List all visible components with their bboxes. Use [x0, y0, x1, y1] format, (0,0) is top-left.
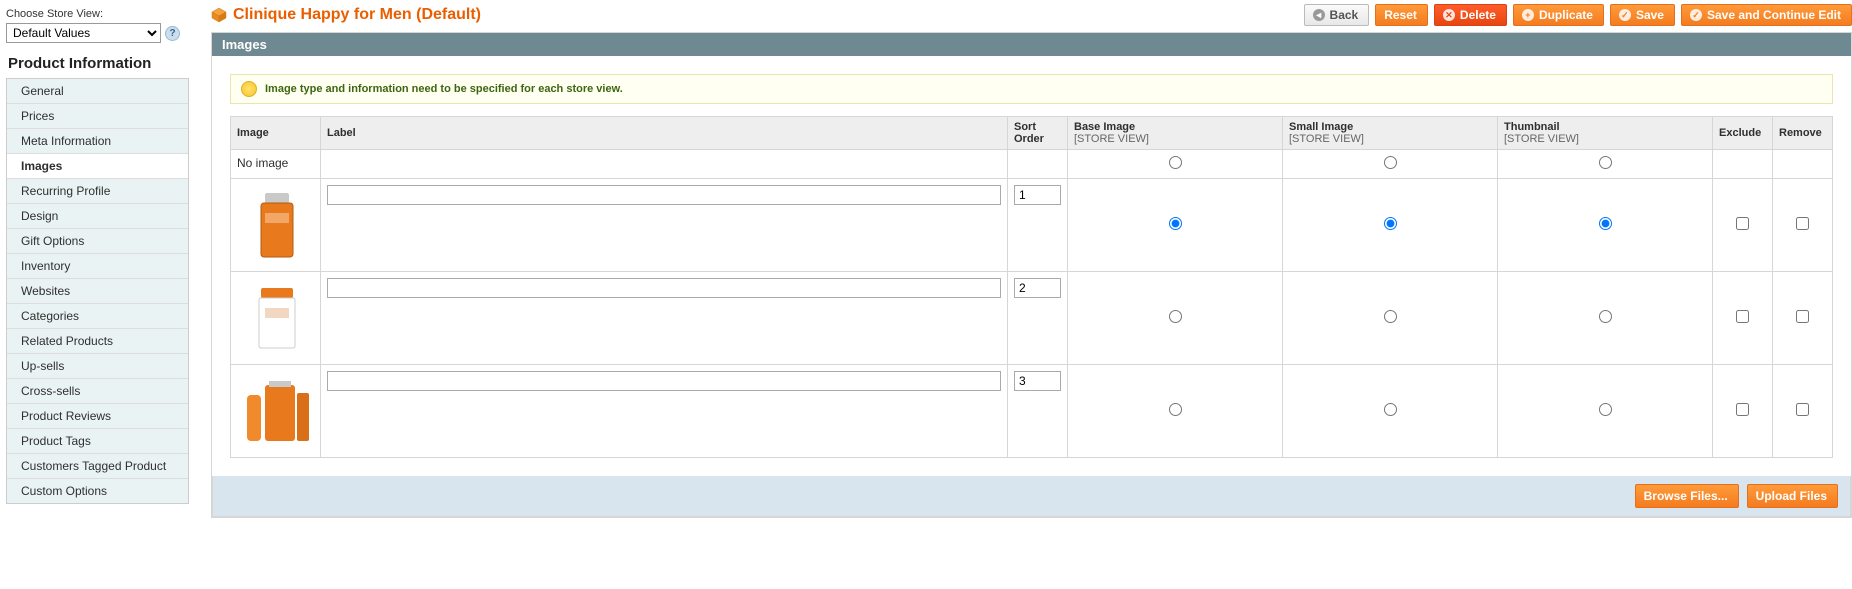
- back-button[interactable]: ◄Back: [1304, 4, 1370, 26]
- no-image-cell: No image: [231, 150, 321, 179]
- sidebar-tab-categories[interactable]: Categories: [7, 303, 188, 328]
- duplicate-button[interactable]: +Duplicate: [1513, 4, 1604, 26]
- notice-text: Image type and information need to be sp…: [265, 83, 623, 95]
- sidebar-tab-meta-information[interactable]: Meta Information: [7, 128, 188, 153]
- lightbulb-icon: [241, 81, 257, 97]
- image-label-input[interactable]: [327, 278, 1001, 298]
- sidebar-tab-design[interactable]: Design: [7, 203, 188, 228]
- small-image-radio[interactable]: [1384, 310, 1397, 323]
- image-row: [231, 365, 1833, 458]
- reset-button[interactable]: Reset: [1375, 4, 1428, 26]
- sidebar-tab-cross-sells[interactable]: Cross-sells: [7, 378, 188, 403]
- image-row: [231, 272, 1833, 365]
- sidebar-tabs: GeneralPricesMeta InformationImagesRecur…: [6, 78, 189, 504]
- store-switcher: Choose Store View: Default Values ?: [6, 4, 189, 51]
- sort-order-input[interactable]: [1014, 371, 1061, 391]
- sidebar-tab-custom-options[interactable]: Custom Options: [7, 478, 188, 503]
- small-image-radio[interactable]: [1384, 403, 1397, 416]
- remove-checkbox[interactable]: [1796, 217, 1809, 230]
- page-title: Clinique Happy for Men (Default): [233, 6, 481, 24]
- browse-files-button[interactable]: Browse Files...: [1635, 484, 1739, 508]
- sort-order-input[interactable]: [1014, 278, 1061, 298]
- store-view-notice: Image type and information need to be sp…: [230, 74, 1833, 104]
- no-image-row: No image: [231, 150, 1833, 179]
- sidebar-tab-gift-options[interactable]: Gift Options: [7, 228, 188, 253]
- images-panel: Images Image type and information need t…: [211, 32, 1852, 518]
- image-label-input[interactable]: [327, 185, 1001, 205]
- col-small-image: Small Image[STORE VIEW]: [1283, 117, 1498, 150]
- base-image-radio[interactable]: [1169, 217, 1182, 230]
- product-thumbnail[interactable]: [237, 371, 317, 451]
- delete-button[interactable]: ✕Delete: [1434, 4, 1507, 26]
- sidebar-tab-customers-tagged-product[interactable]: Customers Tagged Product: [7, 453, 188, 478]
- thumbnail-radio[interactable]: [1599, 217, 1612, 230]
- product-thumbnail[interactable]: [237, 278, 317, 358]
- col-exclude: Exclude: [1713, 117, 1773, 150]
- sidebar: Choose Store View: Default Values ? Prod…: [0, 0, 195, 528]
- sidebar-tab-images[interactable]: Images: [7, 153, 188, 178]
- sidebar-tab-general[interactable]: General: [7, 78, 188, 103]
- main-content: Clinique Happy for Men (Default) ◄Back R…: [195, 0, 1852, 528]
- image-row: [231, 179, 1833, 272]
- base-image-radio[interactable]: [1169, 403, 1182, 416]
- store-switcher-select[interactable]: Default Values: [6, 23, 161, 43]
- help-icon[interactable]: ?: [165, 26, 180, 41]
- small-image-radio[interactable]: [1384, 217, 1397, 230]
- remove-checkbox[interactable]: [1796, 403, 1809, 416]
- product-icon: [211, 7, 227, 23]
- col-remove: Remove: [1773, 117, 1833, 150]
- store-switcher-label: Choose Store View:: [6, 8, 189, 20]
- image-label-input[interactable]: [327, 371, 1001, 391]
- sidebar-tab-up-sells[interactable]: Up-sells: [7, 353, 188, 378]
- exclude-checkbox[interactable]: [1736, 217, 1749, 230]
- section-title: Product Information: [6, 51, 189, 78]
- sort-order-input[interactable]: [1014, 185, 1061, 205]
- thumbnail-radio[interactable]: [1599, 310, 1612, 323]
- thumbnail-radio-none[interactable]: [1599, 156, 1612, 169]
- sidebar-tab-prices[interactable]: Prices: [7, 103, 188, 128]
- sidebar-tab-websites[interactable]: Websites: [7, 278, 188, 303]
- remove-checkbox[interactable]: [1796, 310, 1809, 323]
- exclude-checkbox[interactable]: [1736, 310, 1749, 323]
- thumbnail-radio[interactable]: [1599, 403, 1612, 416]
- save-button[interactable]: ✓Save: [1610, 4, 1675, 26]
- col-thumbnail: Thumbnail[STORE VIEW]: [1498, 117, 1713, 150]
- sidebar-tab-related-products[interactable]: Related Products: [7, 328, 188, 353]
- col-sort-order: Sort Order: [1008, 117, 1068, 150]
- small-image-radio-none[interactable]: [1384, 156, 1397, 169]
- delete-icon: ✕: [1443, 9, 1455, 21]
- product-thumbnail[interactable]: [237, 185, 317, 265]
- check-icon: ✓: [1690, 9, 1702, 21]
- upload-bar: Browse Files... Upload Files: [212, 476, 1851, 517]
- base-image-radio[interactable]: [1169, 310, 1182, 323]
- action-buttons: ◄Back Reset ✕Delete +Duplicate ✓Save ✓Sa…: [1304, 4, 1852, 26]
- plus-icon: +: [1522, 9, 1534, 21]
- base-image-radio-none[interactable]: [1169, 156, 1182, 169]
- sidebar-tab-inventory[interactable]: Inventory: [7, 253, 188, 278]
- back-arrow-icon: ◄: [1313, 9, 1325, 21]
- col-image: Image: [231, 117, 321, 150]
- col-base-image: Base Image[STORE VIEW]: [1068, 117, 1283, 150]
- sidebar-tab-recurring-profile[interactable]: Recurring Profile: [7, 178, 188, 203]
- sidebar-tab-product-tags[interactable]: Product Tags: [7, 428, 188, 453]
- save-continue-button[interactable]: ✓Save and Continue Edit: [1681, 4, 1852, 26]
- check-icon: ✓: [1619, 9, 1631, 21]
- images-table: Image Label Sort Order Base Image[STORE …: [230, 116, 1833, 458]
- exclude-checkbox[interactable]: [1736, 403, 1749, 416]
- upload-files-button[interactable]: Upload Files: [1747, 484, 1838, 508]
- page-header: Clinique Happy for Men (Default) ◄Back R…: [211, 0, 1852, 32]
- col-label: Label: [321, 117, 1008, 150]
- sidebar-tab-product-reviews[interactable]: Product Reviews: [7, 403, 188, 428]
- panel-title: Images: [212, 33, 1851, 56]
